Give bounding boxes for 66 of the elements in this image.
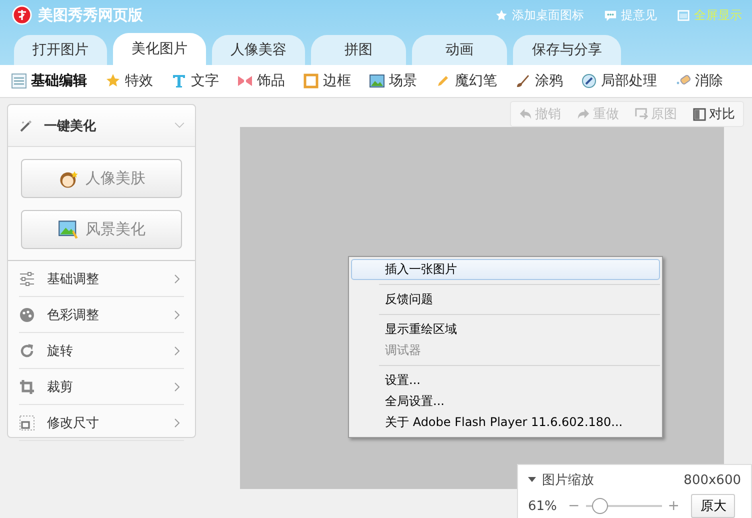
chevron-right-icon xyxy=(174,310,180,320)
zoom-percent: 61% xyxy=(528,498,558,514)
original-icon xyxy=(635,108,648,120)
tool-button[interactable]: 涂鸦 xyxy=(510,68,568,94)
original-size-button[interactable]: 原大 xyxy=(691,494,736,518)
tool-button[interactable]: 基础编辑 xyxy=(6,68,92,94)
context-menu-item[interactable]: 关于 Adobe Flash Player 11.6.602.180... xyxy=(351,412,660,433)
crop-icon xyxy=(19,378,35,394)
drop-icon xyxy=(581,73,597,89)
tab[interactable]: 美化图片 xyxy=(113,33,206,65)
star-icon xyxy=(495,8,508,22)
tool-button[interactable]: 边框 xyxy=(298,68,356,94)
edit-action-button[interactable]: 对比 xyxy=(685,102,743,126)
tab[interactable]: 人像美容 xyxy=(212,35,305,65)
window-title: 美图秀秀网页版 xyxy=(38,6,143,24)
context-menu-item[interactable]: 显示重绘区域 xyxy=(351,319,660,340)
tool-button[interactable]: 文字 xyxy=(166,68,224,94)
adjust-menu-item[interactable]: 裁剪 xyxy=(19,369,184,405)
tool-button[interactable]: 特效 xyxy=(100,68,158,94)
palette-icon xyxy=(19,306,35,322)
comment-icon xyxy=(604,8,617,22)
sliders-icon xyxy=(11,73,27,89)
brush-icon xyxy=(515,73,531,89)
tab[interactable]: 拼图 xyxy=(311,35,406,65)
bow-icon xyxy=(237,73,253,89)
sliders-icon xyxy=(19,270,35,286)
tab[interactable]: 保存与分享 xyxy=(513,35,621,65)
pen-icon xyxy=(435,73,451,89)
chevron-down-icon xyxy=(174,122,185,129)
redo-icon xyxy=(577,108,590,120)
chevron-right-icon xyxy=(174,382,180,392)
text-icon xyxy=(171,73,187,89)
star-icon xyxy=(105,73,121,89)
slider-thumb[interactable] xyxy=(592,498,608,514)
chevron-right-icon xyxy=(174,274,180,284)
magic-wand-icon xyxy=(18,118,34,134)
tool-button[interactable]: 饰品 xyxy=(232,68,290,94)
resize-icon xyxy=(19,414,35,430)
chevron-right-icon xyxy=(174,418,180,428)
image-size: 800x600 xyxy=(684,472,741,488)
context-menu-item[interactable]: 反馈问题 xyxy=(351,289,660,310)
screen-icon xyxy=(677,8,690,22)
undo-icon xyxy=(519,108,532,120)
adjust-menu-item[interactable]: 色彩调整 xyxy=(19,297,184,333)
rotate-icon xyxy=(19,342,35,358)
context-menu-item[interactable]: 设置... xyxy=(351,370,660,391)
landscape-icon xyxy=(58,218,80,240)
adjust-menu-item[interactable]: 修改尺寸 xyxy=(19,405,184,441)
adjust-menu-item[interactable]: 基础调整 xyxy=(19,261,184,297)
adjust-menu-item[interactable]: 旋转 xyxy=(19,333,184,369)
context-menu-item[interactable]: 插入一张图片 xyxy=(351,259,660,280)
triangle-down-icon xyxy=(528,477,536,483)
tab[interactable]: 打开图片 xyxy=(14,35,107,65)
frame-icon xyxy=(303,73,319,89)
compare-icon xyxy=(693,108,706,120)
picture-icon xyxy=(369,73,385,89)
context-menu-item[interactable]: 全局设置... xyxy=(351,391,660,412)
tool-button[interactable]: 局部处理 xyxy=(576,68,662,94)
tool-button[interactable]: 魔幻笔 xyxy=(430,68,502,94)
panel-title: 一键美化 xyxy=(44,118,96,134)
tab[interactable]: 动画 xyxy=(412,35,507,65)
tool-button[interactable]: 消除 xyxy=(670,68,728,94)
zoom-title: 图片缩放 xyxy=(542,472,594,489)
logo-icon xyxy=(12,5,32,25)
tool-button[interactable]: 场景 xyxy=(364,68,422,94)
chevron-right-icon xyxy=(174,346,180,356)
